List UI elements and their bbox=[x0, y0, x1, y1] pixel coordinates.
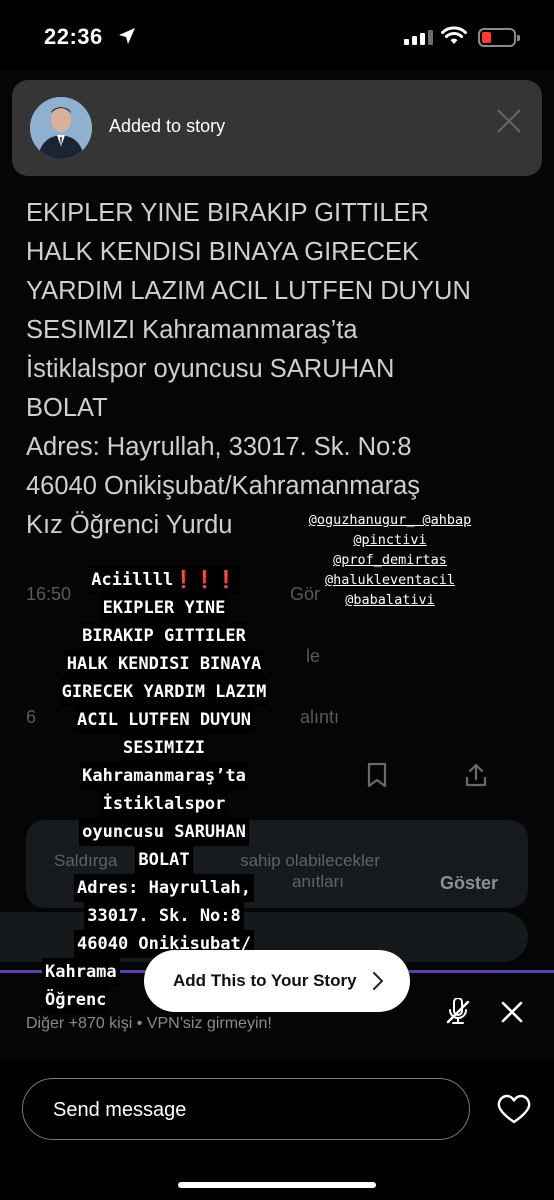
location-arrow-icon bbox=[119, 28, 135, 44]
overlay-word: Aciillll bbox=[91, 570, 174, 590]
overlay-line: BOLAT bbox=[135, 846, 193, 874]
overlay-line: Aciillll❗❗❗ bbox=[88, 566, 240, 594]
battery-icon bbox=[478, 28, 520, 47]
chevron-right-icon bbox=[373, 972, 383, 990]
close-icon bbox=[497, 109, 521, 133]
send-message-input[interactable]: Send message bbox=[22, 1078, 470, 1140]
toast-label: Added to story bbox=[109, 116, 226, 136]
overlay-line: Öğrenc bbox=[42, 986, 110, 1014]
overlay-line: ACIL LUTFEN DUYUN bbox=[74, 706, 254, 734]
tweet-line: Adres: Hayrullah, 33017. Sk. No:8 bbox=[26, 433, 412, 461]
overlay-line: Kahramanmaraş’ta bbox=[79, 762, 249, 790]
tweet-line: İstiklalspor oyuncusu SARUHAN bbox=[26, 355, 395, 383]
mention-tag[interactable]: @oguzhanugur_ @ahbap bbox=[270, 510, 510, 530]
overlay-line: Kahrama bbox=[42, 958, 120, 986]
added-to-story-toast: Added to story bbox=[12, 80, 542, 176]
overlay-line: İstiklalspor bbox=[99, 790, 229, 818]
overlay-line: BIRAKIP GITTILER bbox=[79, 622, 249, 650]
overlay-line: Adres: Hayrullah, bbox=[74, 874, 254, 902]
tweet-line: SESIMIZI Kahramanmaraş’ta bbox=[26, 316, 358, 344]
home-indicator[interactable] bbox=[178, 1182, 376, 1188]
overlay-line: SESIMIZI bbox=[120, 734, 208, 762]
avatar bbox=[30, 97, 92, 159]
story-overlay-text: Aciillll❗❗❗ EKIPLER YINE BIRAKIP GITTILE… bbox=[14, 566, 314, 1014]
send-message-placeholder: Send message bbox=[53, 1099, 187, 1121]
bookmark-icon[interactable] bbox=[364, 762, 390, 788]
heart-icon[interactable] bbox=[497, 1094, 531, 1124]
exclamation-icon: ❗❗❗ bbox=[173, 570, 237, 590]
tweet-line: 46040 Onikişubat/Kahramanmaraş bbox=[26, 472, 421, 500]
tweet-line: YARDIM LAZIM ACIL LUTFEN DUYUN bbox=[26, 277, 471, 305]
share-icon[interactable] bbox=[463, 762, 489, 788]
tweet-text: EKIPLER YINE BIRAKIP GITTILER HALK KENDI… bbox=[26, 194, 536, 545]
mute-sound-icon[interactable] bbox=[444, 998, 472, 1026]
wifi-icon bbox=[441, 26, 467, 44]
overlay-line: 33017. Sk. No:8 bbox=[84, 902, 244, 930]
overlay-line: HALK KENDISI BINAYA bbox=[63, 650, 265, 678]
status-time: 22:36 bbox=[44, 24, 103, 49]
add-to-story-button[interactable]: Add This to Your Story bbox=[144, 950, 410, 1012]
overlay-line: GIRECEK YARDIM LAZIM bbox=[58, 678, 270, 706]
show-button[interactable]: Göster bbox=[440, 873, 498, 894]
overlay-line: oyuncusu SARUHAN bbox=[79, 818, 249, 846]
close-icon[interactable] bbox=[498, 998, 526, 1026]
tweet-line: BOLAT bbox=[26, 394, 108, 422]
tweet-footer-text: Diğer +870 kişi • VPN’siz girmeyin! bbox=[26, 1015, 272, 1032]
overlay-line: EKIPLER YINE bbox=[99, 594, 229, 622]
cellular-signal-icon bbox=[404, 30, 433, 45]
tweet-line: EKIPLER YINE BIRAKIP GITTILER bbox=[26, 199, 429, 227]
add-to-story-label: Add This to Your Story bbox=[173, 971, 357, 990]
profile-photo bbox=[30, 97, 92, 159]
status-bar: 22:36 bbox=[0, 0, 554, 70]
story-content[interactable]: EKIPLER YINE BIRAKIP GITTILER HALK KENDI… bbox=[0, 70, 554, 1060]
mention-tag[interactable]: @pinctivi bbox=[270, 530, 510, 550]
tweet-line: HALK KENDISI BINAYA GIRECEK bbox=[26, 238, 420, 266]
